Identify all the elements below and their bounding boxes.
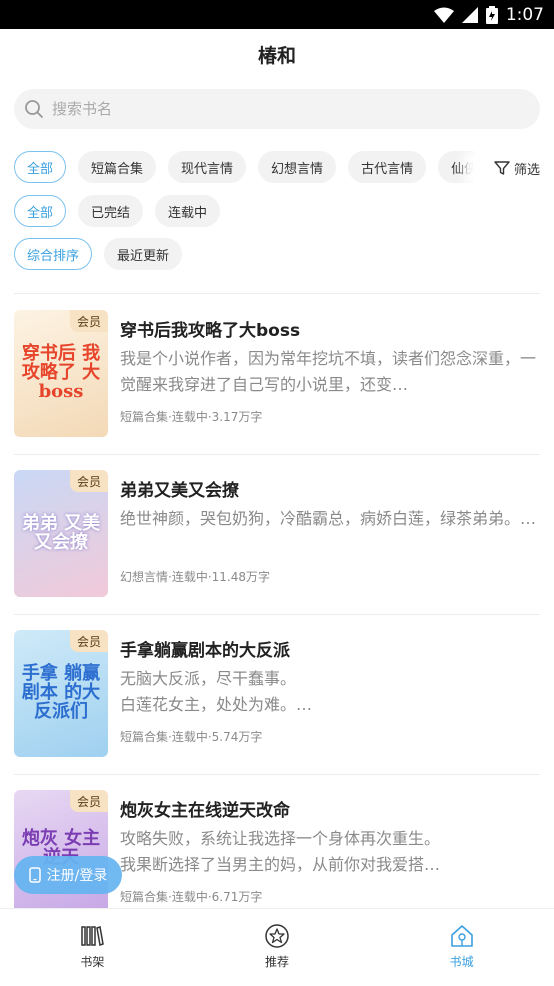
category-chip-modern[interactable]: 现代言情 xyxy=(168,151,247,183)
battery-icon xyxy=(485,6,498,24)
search-input[interactable] xyxy=(52,100,492,118)
category-chip-all[interactable]: 全部 xyxy=(14,151,67,183)
status-chip-ongoing[interactable]: 连载中 xyxy=(155,195,221,227)
cover-title: 穿书后 我攻略了 大boss xyxy=(21,343,101,402)
search-icon xyxy=(25,100,43,118)
category-chip-fantasy[interactable]: 幻想言情 xyxy=(258,151,337,183)
book-description: 我是个小说作者，因为常年挖坑不填，读者们怨念深重，一觉醒来我穿进了自己写的小说里… xyxy=(120,349,537,394)
status-chip-finished[interactable]: 已完结 xyxy=(78,195,144,227)
tab-bookshelf[interactable]: 书架 xyxy=(0,909,185,986)
book-item[interactable]: 手拿 躺赢剧本 的大反派们 会员 手拿躺赢剧本的大反派 无脑大反派，尽干蠢事。 … xyxy=(14,630,540,760)
sort-row: 综合排序 最近更新 xyxy=(14,238,183,270)
divider xyxy=(14,293,540,294)
book-title: 弟弟又美又会撩 xyxy=(120,481,239,501)
book-description: 攻略失败，系统让我选择一个身体再次重生。 我果断选择了当男主的妈，从前你对我爱搭… xyxy=(120,829,441,874)
book-description: 无脑大反派，尽干蠢事。 白莲花女主，处处为难。… xyxy=(120,669,313,714)
divider xyxy=(14,614,540,615)
home-icon xyxy=(450,925,473,947)
login-label: 注册/登录 xyxy=(46,868,108,884)
star-icon xyxy=(265,924,289,948)
wifi-icon xyxy=(433,7,454,23)
phone-icon xyxy=(28,867,41,883)
category-chip-short[interactable]: 短篇合集 xyxy=(78,151,157,183)
book-meta: 短篇合集·连载中·3.17万字 xyxy=(120,410,263,424)
filter-icon xyxy=(494,161,510,175)
divider xyxy=(14,454,540,455)
app-header: 椿和 xyxy=(0,29,554,79)
vip-badge: 会员 xyxy=(70,630,108,652)
book-item[interactable]: 炮灰 女主 逆天 会员 炮灰女主在线逆天改命 攻略失败，系统让我选择一个身体再次… xyxy=(14,790,540,920)
tab-recommend[interactable]: 推荐 xyxy=(185,909,370,986)
page-title: 椿和 xyxy=(257,44,296,67)
search-bar[interactable] xyxy=(14,89,540,129)
book-cover: 手拿 躺赢剧本 的大反派们 会员 xyxy=(14,630,108,757)
book-title: 穿书后我攻略了大boss xyxy=(120,321,301,341)
sort-chip-default[interactable]: 综合排序 xyxy=(14,238,93,270)
filter-label: 筛选 xyxy=(513,162,540,178)
book-meta: 短篇合集·连载中·6.71万字 xyxy=(120,890,263,904)
book-cover: 弟弟 又美 又会撩 会员 xyxy=(14,470,108,597)
book-cover: 穿书后 我攻略了 大boss 会员 xyxy=(14,310,108,437)
tab-label: 书城 xyxy=(449,955,474,969)
status-bar: 1:07 xyxy=(0,0,554,29)
category-chip-ancient[interactable]: 古代言情 xyxy=(348,151,427,183)
tab-label: 书架 xyxy=(80,955,105,969)
vip-badge: 会员 xyxy=(70,310,108,332)
register-login-button[interactable]: 注册/登录 xyxy=(14,856,122,894)
status-filter-row: 全部 已完结 连载中 xyxy=(14,195,221,227)
book-item[interactable]: 弟弟 又美 又会撩 会员 弟弟又美又会撩 绝世神颜，哭包奶狗，冷酷霸总，病娇白莲… xyxy=(14,470,540,600)
book-meta: 短篇合集·连载中·5.74万字 xyxy=(120,730,263,744)
book-title: 炮灰女主在线逆天改命 xyxy=(120,801,290,821)
signal-icon xyxy=(461,7,478,23)
status-chip-all[interactable]: 全部 xyxy=(14,195,67,227)
bottom-tab-bar: 书架 推荐 书城 xyxy=(0,908,554,986)
book-title: 手拿躺赢剧本的大反派 xyxy=(120,641,290,661)
filter-button[interactable]: 筛选 xyxy=(474,151,540,185)
tab-bookstore[interactable]: 书城 xyxy=(369,909,554,986)
sort-chip-recent[interactable]: 最近更新 xyxy=(104,238,183,270)
status-icons: 1:07 xyxy=(433,4,544,26)
book-item[interactable]: 穿书后 我攻略了 大boss 会员 穿书后我攻略了大boss 我是个小说作者，因… xyxy=(14,310,540,440)
vip-badge: 会员 xyxy=(70,470,108,492)
cover-title: 手拿 躺赢剧本 的大反派们 xyxy=(21,663,101,722)
book-meta: 幻想言情·连载中·11.48万字 xyxy=(120,570,270,584)
divider xyxy=(14,774,540,775)
bookshelf-icon xyxy=(81,926,105,946)
category-filter-row: 全部 短篇合集 现代言情 幻想言情 古代言情 仙侠奇 xyxy=(14,151,484,183)
tab-label: 推荐 xyxy=(265,955,290,969)
cover-title: 弟弟 又美 又会撩 xyxy=(21,512,101,553)
book-description: 绝世神颜，哭包奶狗，冷酷霸总，病娇白莲，绿茶弟弟。… xyxy=(120,509,537,528)
status-time: 1:07 xyxy=(505,5,544,25)
vip-badge: 会员 xyxy=(70,790,108,812)
